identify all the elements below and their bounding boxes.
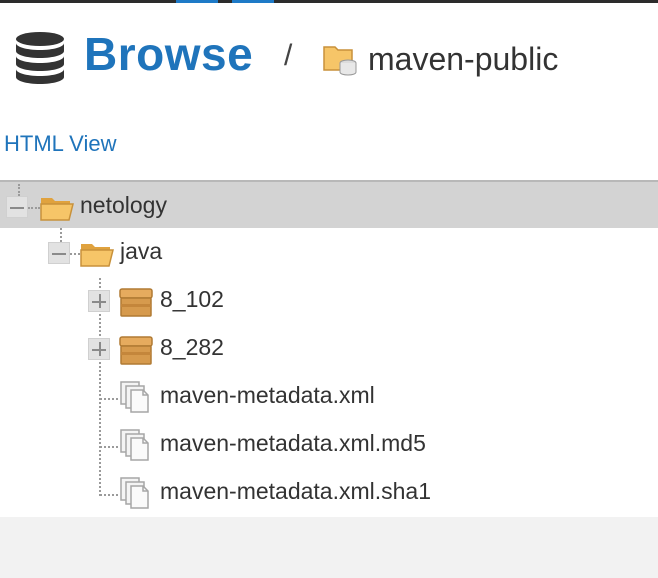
repository-tree: netology java 8_102 8_282 maven-metadata… [0,180,658,517]
tree-node-8-282[interactable]: 8_282 [0,324,658,372]
tree-connector [100,398,118,400]
tree-connector [100,446,118,448]
folder-open-icon [80,244,114,267]
tree-node-maven-metadata-xml[interactable]: maven-metadata.xml [0,372,658,420]
collapse-toggle[interactable] [6,196,28,218]
tree-node-label: maven-metadata.xml [160,382,375,408]
breadcrumb-repository: maven-public [368,41,559,77]
component-box-icon [119,288,153,317]
tree-node-label: java [120,238,163,264]
database-icon [16,32,64,84]
repository-icon [323,46,357,76]
expand-toggle[interactable] [88,290,110,312]
tree-node-label: maven-metadata.xml.sha1 [160,478,432,504]
file-copies-icon [120,381,149,413]
tree-node-netology[interactable]: netology [0,180,658,228]
file-copies-icon [120,429,149,461]
collapse-toggle[interactable] [48,242,70,264]
component-box-icon [119,336,153,365]
tree-node-label: maven-metadata.xml.md5 [160,430,426,456]
tree-connector [18,184,20,196]
tree-connector [28,207,40,209]
tree-node-maven-metadata-sha1[interactable]: maven-metadata.xml.sha1 [0,468,658,516]
html-view-link[interactable]: HTML View [4,131,116,157]
tree-node-label: 8_282 [160,334,224,360]
tree-connector [60,228,62,242]
tree-node-java[interactable]: java [0,228,658,276]
breadcrumb-separator: / [284,39,293,72]
tree-connector [100,494,118,496]
page-title[interactable]: Browse [84,27,253,81]
folder-open-icon [40,198,74,221]
tree-node-maven-metadata-md5[interactable]: maven-metadata.xml.md5 [0,420,658,468]
expand-toggle[interactable] [88,338,110,360]
tree-node-label: netology [80,192,167,218]
tree-node-8-102[interactable]: 8_102 [0,276,658,324]
tree-node-label: 8_102 [160,286,224,312]
tree-connector [70,253,80,255]
file-copies-icon [120,477,149,509]
